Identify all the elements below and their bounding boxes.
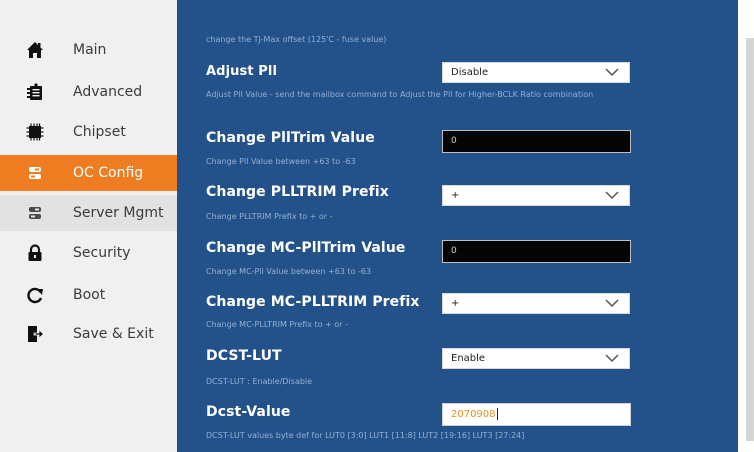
mc-plltrim-prefix-value: + — [451, 298, 460, 309]
sidebar-item-oc-config[interactable]: OC Config — [0, 155, 177, 191]
plltrim-value-input[interactable]: 0 — [442, 130, 631, 153]
mc-plltrim-prefix-help: Change MC-PLLTRIM Prefix to + or - — [206, 320, 348, 329]
sidebar-item-save-exit[interactable]: Save & Exit — [0, 316, 177, 352]
plltrim-prefix-value: + — [451, 190, 460, 201]
dcst-value-input[interactable]: 2070908 — [442, 403, 631, 426]
dcst-value-label: Dcst-Value — [206, 404, 291, 420]
dcst-value-help: DCST-LUT values byte def for LUT0 [3:0] … — [206, 431, 525, 440]
plltrim-prefix-label: Change PLLTRIM Prefix — [206, 184, 389, 200]
plltrim-help: Change Pll Value between +63 to -63 — [206, 157, 356, 166]
sidebar: Main Advanced Chipset OC Config Server M… — [0, 0, 177, 452]
dcst-value: 2070908 — [451, 408, 498, 420]
plltrim-prefix-select[interactable]: + — [442, 185, 630, 206]
sidebar-item-label: Server Mgmt — [73, 205, 164, 221]
mc-plltrim-prefix-select[interactable]: + — [442, 293, 630, 314]
sidebar-item-chipset[interactable]: Chipset — [0, 114, 177, 150]
oc-config-icon — [29, 167, 41, 179]
dcst-lut-label: DCST-LUT — [206, 348, 282, 364]
sidebar-item-label: OC Config — [73, 165, 144, 181]
sidebar-item-label: Chipset — [73, 124, 126, 140]
help-text-tjmax: change the TJ-Max offset (125'C - fuse v… — [206, 35, 387, 44]
home-icon — [27, 42, 43, 58]
sidebar-item-label: Main — [73, 42, 107, 58]
sidebar-item-label: Advanced — [73, 84, 143, 100]
sidebar-item-boot[interactable]: Boot — [0, 277, 177, 313]
adjust-pll-help: Adjust Pll Value - send the mailbox comm… — [206, 90, 594, 99]
sidebar-item-security[interactable]: Security — [0, 235, 177, 271]
settings-panel: change the TJ-Max offset (125'C - fuse v… — [177, 0, 738, 452]
sidebar-item-label: Boot — [73, 287, 106, 303]
change-plltrim-label: Change PllTrim Value — [206, 130, 375, 146]
lock-icon — [28, 244, 42, 261]
exit-icon — [28, 326, 44, 342]
sidebar-item-main[interactable]: Main — [0, 32, 177, 68]
chevron-down-icon — [605, 354, 619, 363]
plltrim-value: 0 — [451, 136, 457, 146]
mc-plltrim-value-input[interactable]: 0 — [442, 240, 631, 263]
refresh-icon — [27, 287, 43, 304]
sidebar-item-label: Save & Exit — [73, 326, 154, 342]
mc-plltrim-help: Change MC-Pll Value between +63 to -63 — [206, 267, 372, 276]
plltrim-prefix-help: Change PLLTRIM Prefix to + or - — [206, 212, 333, 221]
text-caret — [496, 408, 498, 420]
adjust-pll-select[interactable]: Disable — [442, 62, 630, 83]
chip-icon — [26, 123, 44, 141]
mc-plltrim-label: Change MC-PllTrim Value — [206, 240, 406, 256]
chevron-down-icon — [605, 299, 619, 308]
sidebar-item-label: Security — [73, 245, 131, 261]
adjust-pll-label: Adjust Pll — [206, 64, 277, 79]
adjust-pll-value: Disable — [451, 67, 489, 78]
sidebar-item-advanced[interactable]: Advanced — [0, 74, 177, 110]
advanced-icon — [27, 83, 42, 100]
scrollbar[interactable] — [746, 38, 754, 441]
chevron-down-icon — [605, 191, 619, 200]
dcst-lut-value: Enable — [451, 353, 486, 364]
chevron-down-icon — [605, 68, 619, 77]
dcst-lut-help: DCST-LUT : Enable/Disable — [206, 377, 313, 386]
dcst-lut-select[interactable]: Enable — [442, 348, 630, 369]
server-icon — [29, 207, 41, 219]
mc-plltrim-prefix-label: Change MC-PLLTRIM Prefix — [206, 294, 420, 310]
sidebar-item-server-mgmt[interactable]: Server Mgmt — [0, 195, 177, 231]
mc-plltrim-value: 0 — [451, 246, 457, 256]
